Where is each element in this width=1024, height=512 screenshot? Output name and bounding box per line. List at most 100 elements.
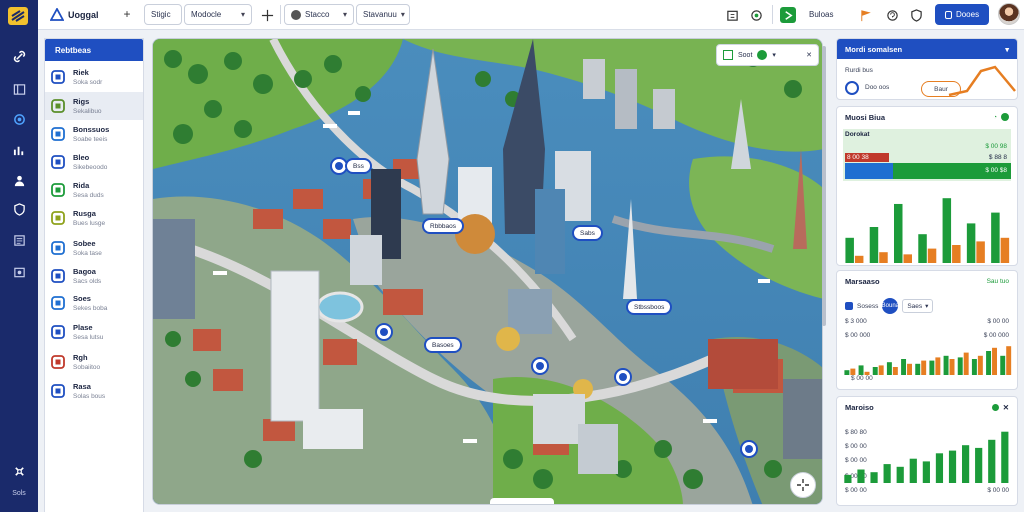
brand-logo-icon[interactable] <box>7 6 29 26</box>
list-item[interactable]: Bonssuos Soabe teeis <box>45 120 143 148</box>
layout-icon[interactable] <box>9 79 29 99</box>
chart-bar <box>858 365 864 375</box>
map-icon[interactable] <box>723 50 733 60</box>
budget-progress-blue <box>845 163 893 179</box>
online-icon[interactable] <box>757 50 768 60</box>
chart-bar <box>894 203 903 263</box>
list-item[interactable]: Soes Sekes boba <box>45 289 143 317</box>
list-item-subtitle: Sikebeoodo <box>73 164 108 171</box>
list-item[interactable]: Rasa Solas bous <box>45 377 143 405</box>
chevron-down-icon[interactable]: ▾ <box>1005 45 1009 54</box>
map-pin[interactable]: Sabs <box>572 225 603 241</box>
chart-bar <box>971 359 977 375</box>
list-item[interactable]: Rgh Sobaiitoo <box>45 348 143 376</box>
map-pin[interactable] <box>614 368 632 386</box>
chart-icon[interactable] <box>9 140 29 160</box>
primary-action-button[interactable]: Dooes <box>935 4 989 25</box>
map-pin[interactable] <box>531 357 549 375</box>
chevron-down-icon[interactable]: ▾ <box>772 51 776 59</box>
divider <box>772 5 773 24</box>
map-toolbar-label: Soot <box>738 51 753 59</box>
list-item-title: Bonssuos <box>73 125 110 134</box>
chart-bar <box>976 241 985 263</box>
image-icon[interactable] <box>9 262 29 282</box>
tab-stigic[interactable]: Stigic <box>144 4 182 25</box>
chart-bar <box>872 367 878 375</box>
flag-icon <box>50 354 66 370</box>
budget-row-3: $ 88 8 <box>988 154 1007 161</box>
list-item-subtitle: Sacs olds <box>73 278 102 285</box>
budget-card-title: Muosi Biua <box>845 112 886 122</box>
list-item[interactable]: Rigs Sekalibuo <box>45 92 143 120</box>
trend-card-header: Maroiso ✕ <box>837 397 1017 417</box>
chart-bar <box>935 453 944 483</box>
pin-label: Bss <box>345 158 372 174</box>
map-bottom-handle[interactable] <box>490 498 554 504</box>
status-dot-icon <box>991 403 999 411</box>
dropdown-value: Stavanuu <box>363 10 397 19</box>
chart-bar <box>918 234 927 263</box>
trend-sparkline <box>948 65 1016 97</box>
list-item-title: Bleo <box>73 153 90 162</box>
trend-card-title: Maroiso <box>845 402 874 412</box>
help-icon[interactable] <box>884 7 900 23</box>
filter-count-badge[interactable]: Bouna <box>882 298 899 314</box>
avatar[interactable] <box>998 3 1020 25</box>
layer-dropdown[interactable]: Stacco ▾ <box>284 4 354 25</box>
chart-bar <box>915 363 921 375</box>
list-item[interactable]: Sobee Soka tase <box>45 234 143 262</box>
list-item-title: Soes <box>73 294 91 303</box>
flag-icon[interactable] <box>857 7 873 23</box>
city-map[interactable]: Soot ▾ ✕ Bss Rbbbaos Sabs Stbssboos Baso… <box>152 38 823 505</box>
metric-icon <box>845 81 859 95</box>
map-pin[interactable]: Stbssboos <box>626 299 673 315</box>
pin-label: Basoes <box>424 337 462 353</box>
filter-dropdown[interactable]: Stavanuu ▾ <box>356 4 410 25</box>
map-pin[interactable]: Rbbbaos <box>422 218 465 234</box>
settings-icon[interactable] <box>9 461 29 481</box>
globe-icon[interactable] <box>9 109 29 129</box>
pin-marker-icon <box>375 323 393 341</box>
list-item[interactable]: Rida Sesa duds <box>45 176 143 204</box>
view-dropdown[interactable]: Modocle ▾ <box>184 4 252 25</box>
chart-bar <box>878 365 884 375</box>
shield-check-icon[interactable] <box>908 7 924 23</box>
chart-bar <box>935 357 941 375</box>
shield-icon[interactable] <box>9 199 29 219</box>
recenter-button[interactable] <box>790 472 816 498</box>
map-pin[interactable]: Bss <box>330 157 372 175</box>
link-icon[interactable] <box>9 46 29 66</box>
list-item-subtitle: Sobaiitoo <box>73 364 101 371</box>
scrollbar[interactable] <box>822 46 826 326</box>
close-icon[interactable]: ✕ <box>1003 403 1009 412</box>
filter-select[interactable]: Saes ▾ <box>902 299 934 313</box>
pin-label: Stbssboos <box>626 299 673 315</box>
map-scene <box>153 39 822 504</box>
list-item[interactable]: Plase Sesa lutsu <box>45 318 143 346</box>
map-pin[interactable] <box>740 440 758 458</box>
globe-icon[interactable] <box>748 7 764 23</box>
add-icon[interactable]: + <box>120 7 134 21</box>
list-item[interactable]: Bagoa Sacs olds <box>45 262 143 290</box>
status-icon[interactable] <box>780 7 796 23</box>
chart-bar <box>986 351 992 375</box>
user-icon[interactable] <box>9 170 29 190</box>
chart-bar <box>929 360 935 375</box>
network-icon <box>50 240 66 256</box>
chart-bar <box>927 248 937 263</box>
map-pin[interactable] <box>375 323 393 341</box>
dropdown-value: Stacco <box>305 10 330 19</box>
close-icon[interactable]: ✕ <box>806 51 812 59</box>
calendar-icon[interactable] <box>724 7 740 23</box>
move-icon[interactable] <box>259 7 275 23</box>
layers-icon <box>50 295 66 311</box>
list-item[interactable]: Bleo Sikebeoodo <box>45 148 143 176</box>
list-item-subtitle: Solas bous <box>73 393 106 400</box>
list-item[interactable]: Rusga Bues lusge <box>45 204 143 232</box>
document-icon[interactable] <box>9 230 29 250</box>
budget-row-4: $ 00 $8 <box>985 167 1007 174</box>
map-pin[interactable]: Basoes <box>424 337 462 353</box>
app-icon[interactable] <box>49 7 65 22</box>
trend-row-5: $ 00 00 <box>845 487 867 494</box>
list-item[interactable]: Riek Soka sodr <box>45 63 143 91</box>
